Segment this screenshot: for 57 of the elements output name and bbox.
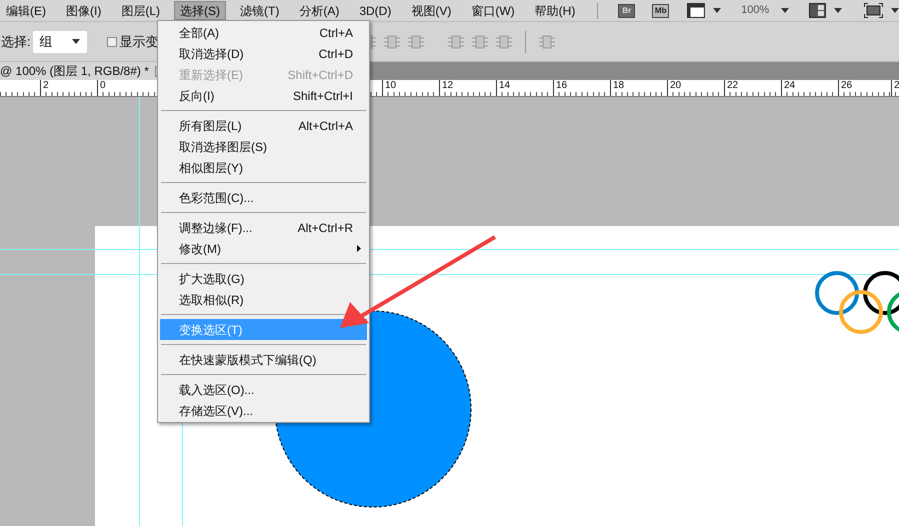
menu-item[interactable]: 调整边缘(F)... Alt+Ctrl+R [160,217,367,238]
checkbox[interactable] [106,36,117,46]
menu-item[interactable]: 选取相似(R) [160,289,367,310]
menu-bar-item[interactable]: 图像(I) [60,1,108,20]
menu-bar-item[interactable]: 视图(V) [405,1,458,20]
zoom-level[interactable]: 100% [741,2,770,19]
caret-icon [72,39,80,44]
ruler-label: 26 [838,80,852,96]
bridge-icon[interactable]: Br [618,4,636,18]
menu-item[interactable]: 载入选区(O)... [160,379,367,400]
align-icon[interactable] [470,34,489,48]
ruler-label: 12 [439,80,454,96]
caret-icon [891,8,899,13]
mini-bridge-icon[interactable]: Mb [652,4,670,18]
caret-icon [781,8,790,13]
ruler-label: 16 [553,80,568,96]
menu-item[interactable]: 反向(I) Shift+Ctrl+I [160,85,367,106]
ruler-label: 2 [891,80,899,96]
menu-bar-item[interactable]: 选择(S) [174,1,226,20]
align-icon[interactable] [382,34,401,48]
ruler-label: 0 [97,80,106,96]
ruler-label: 10 [382,80,396,96]
menu-item[interactable]: 扩大选取(G) [160,268,367,289]
menu-bar-item[interactable]: 3D(D) [353,1,398,20]
menu-item[interactable]: 相似图层(Y) [160,157,367,178]
menu-item[interactable]: 色彩范围(C)... [160,187,367,208]
menu-bar-item[interactable]: 分析(A) [293,1,346,20]
align-icon[interactable] [446,34,465,48]
checkbox-label: 显示变 [120,32,159,51]
frame-icon[interactable] [864,3,884,18]
menu-bar-item[interactable]: 滤镜(T) [234,1,286,20]
select-label: 选择: [1,32,31,51]
align-icon[interactable] [538,34,556,48]
ruler-label: 2 [40,80,49,96]
ruler-label: 20 [667,80,682,96]
ruler-label: 18 [610,80,624,96]
menu-bar-item[interactable]: 编辑(E) [0,1,52,20]
menu-item[interactable]: 全部(A) Ctrl+A [160,22,367,43]
menu-item[interactable]: 修改(M) [160,238,367,259]
menu-item[interactable]: 所有图层(L) Alt+Ctrl+A [160,115,367,136]
layout-icon[interactable] [809,3,826,18]
menu-item[interactable]: 取消选择(D) Ctrl+D [160,43,367,64]
align-icon[interactable] [494,34,513,48]
caret-icon [834,8,842,13]
caret-icon [713,8,722,13]
ruler-label: 14 [496,80,510,96]
screen-mode-icon[interactable] [687,3,706,18]
menu-item[interactable]: 取消选择图层(S) [160,136,367,157]
menu-bar-item[interactable]: 窗口(W) [465,1,521,20]
align-icon[interactable] [406,34,425,48]
select-dropdown[interactable]: 组 [32,30,87,52]
menu-bar-item[interactable]: 图层(L) [115,1,166,20]
menu-item[interactable]: 在快速蒙版模式下编辑(Q) [160,349,367,370]
ruler-label: 22 [724,80,738,96]
ruler-label: 24 [781,80,796,96]
menu-item[interactable]: 存储选区(V)... [160,400,367,421]
menu-bar-item[interactable]: 帮助(H) [528,1,582,20]
